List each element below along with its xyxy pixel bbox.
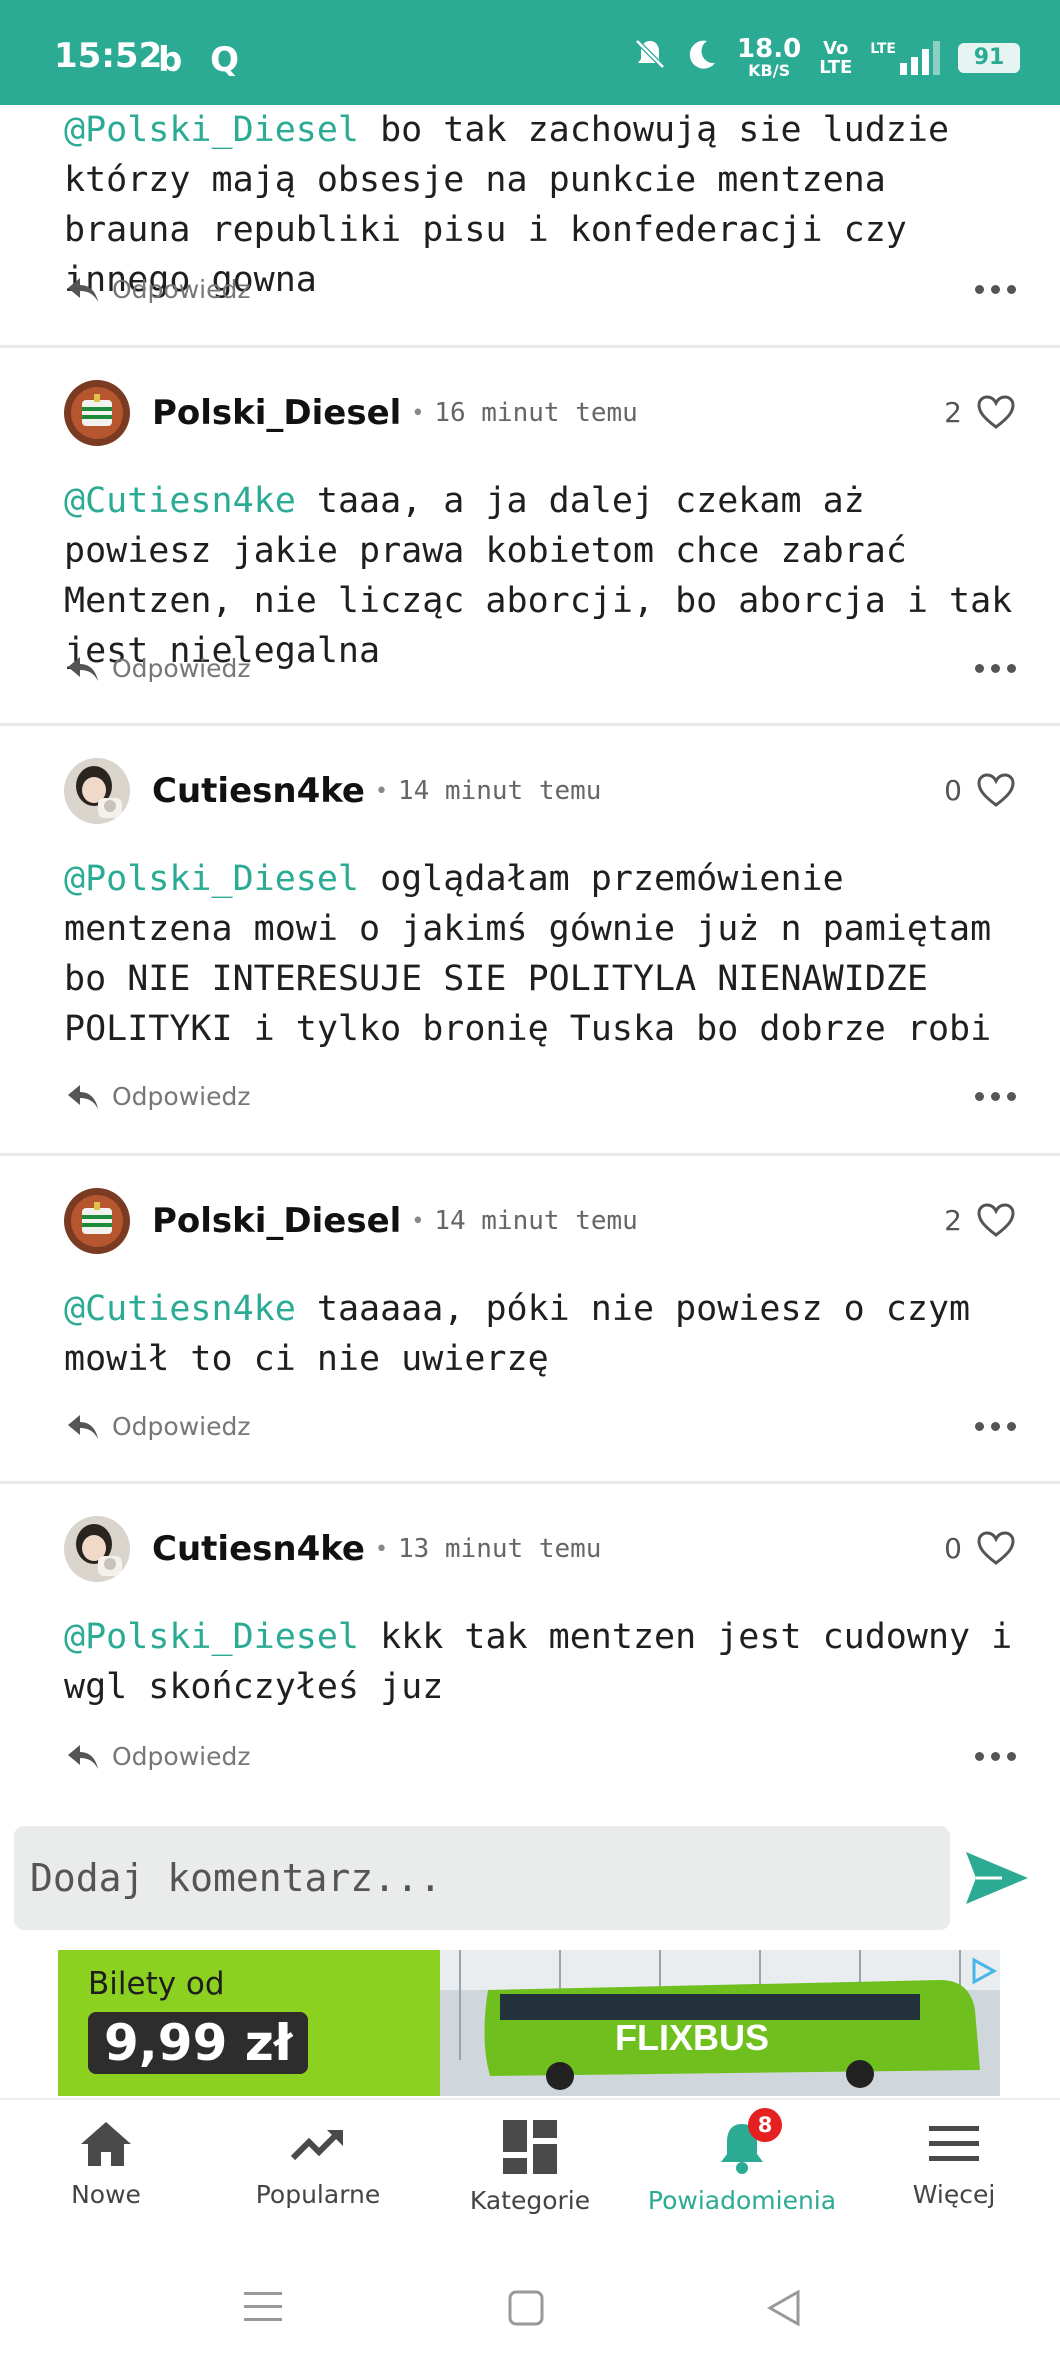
- status-time: 15:52: [54, 36, 163, 76]
- more-options-icon[interactable]: [975, 1092, 1016, 1101]
- notification-app-icons: b Q: [158, 40, 248, 80]
- comment-text: @Cutiesn4ke taaa, a ja dalej czekam aż p…: [64, 481, 1013, 671]
- signal-icon: LTE: [870, 40, 940, 75]
- like-button[interactable]: 0: [944, 772, 1016, 808]
- like-count: 0: [944, 773, 962, 807]
- comment: @Polski_Diesel bo tak zachowują sie ludz…: [0, 105, 1060, 348]
- system-navigation-bar: [0, 2250, 1060, 2367]
- comment: Cutiesn4ke • 14 minut temu 0 @Polski_Die…: [0, 726, 1060, 1156]
- reply-icon: [68, 277, 98, 302]
- categories-icon: [503, 2120, 557, 2174]
- reply-button[interactable]: Odpowiedz: [66, 275, 250, 304]
- ad-choices-icon[interactable]: [968, 1956, 998, 1986]
- more-options-icon[interactable]: [975, 1422, 1016, 1431]
- recent-apps-icon[interactable]: [244, 2290, 282, 2328]
- like-button[interactable]: 2: [944, 1202, 1016, 1238]
- comment-time: 16 minut temu: [434, 398, 638, 428]
- mention-link[interactable]: @Polski_Diesel: [64, 110, 359, 150]
- notification-badge: 8: [748, 2108, 782, 2142]
- nav-item-kategorie[interactable]: Kategorie: [424, 2100, 636, 2250]
- nav-item-popularne[interactable]: Popularne: [212, 2100, 424, 2250]
- comment-text: @Polski_Diesel oglądałam przemówienie me…: [64, 859, 992, 1049]
- reply-icon: [68, 656, 98, 681]
- menu-icon: [929, 2126, 979, 2161]
- ad-bus-image: FLIXBUS: [440, 1950, 1000, 2096]
- like-count: 2: [944, 395, 962, 429]
- trending-icon: [290, 2129, 343, 2161]
- avatar[interactable]: [64, 1516, 130, 1582]
- reply-icon: [68, 1084, 98, 1109]
- mute-icon: [633, 37, 667, 79]
- comment-text: @Polski_Diesel kkk tak mentzen jest cudo…: [64, 1617, 1013, 1707]
- send-icon[interactable]: [962, 1848, 1032, 1908]
- like-count: 0: [944, 1531, 962, 1565]
- ad-brand: FLIXBUS: [615, 2017, 769, 2058]
- reply-button[interactable]: Odpowiedz: [66, 1412, 250, 1441]
- comment: Cutiesn4ke • 13 minut temu 0 @Polski_Die…: [0, 1484, 1060, 1810]
- heart-icon: [977, 1203, 1015, 1237]
- comment-author[interactable]: Cutiesn4ke: [152, 771, 365, 811]
- comment-time: 14 minut temu: [434, 1206, 638, 1236]
- like-button[interactable]: 2: [944, 394, 1016, 430]
- reply-button[interactable]: Odpowiedz: [66, 654, 250, 683]
- separator-dot: •: [374, 1536, 388, 1562]
- bottom-navigation: Nowe Popularne Kategorie Powiadomienia 8…: [0, 2098, 1060, 2250]
- mention-link[interactable]: @Polski_Diesel: [64, 1617, 359, 1657]
- like-button[interactable]: 0: [944, 1530, 1016, 1566]
- comment: Polski_Diesel • 16 minut temu 2 @Cutiesn…: [0, 348, 1060, 726]
- comment-text: @Cutiesn4ke taaaaa, póki nie powiesz o c…: [64, 1289, 971, 1379]
- comment: Polski_Diesel • 14 minut temu 2 @Cutiesn…: [0, 1156, 1060, 1484]
- avatar[interactable]: [64, 758, 130, 824]
- status-bar: 15:52 b Q 18.0 KB/S Vo LTE LTE 91: [0, 0, 1060, 105]
- avatar[interactable]: [64, 1188, 130, 1254]
- more-options-icon[interactable]: [975, 664, 1016, 673]
- ad-offer: Bilety od 9,99 zł: [58, 1950, 436, 2096]
- mention-link[interactable]: @Cutiesn4ke: [64, 1289, 296, 1329]
- heart-icon: [977, 395, 1015, 429]
- reply-button[interactable]: Odpowiedz: [66, 1082, 250, 1111]
- comment-time: 14 minut temu: [397, 776, 602, 806]
- comment-author[interactable]: Polski_Diesel: [152, 1201, 401, 1241]
- comment-input[interactable]: Dodaj komentarz...: [14, 1826, 950, 1930]
- reply-icon: [68, 1744, 98, 1769]
- battery-indicator: 91: [958, 42, 1020, 73]
- comment-author[interactable]: Cutiesn4ke: [152, 1529, 365, 1569]
- back-icon[interactable]: [766, 2289, 802, 2330]
- more-options-icon[interactable]: [975, 285, 1016, 294]
- ad-text: Bilety od: [88, 1966, 225, 2002]
- separator-dot: •: [411, 1208, 425, 1234]
- comment-author[interactable]: Polski_Diesel: [152, 393, 401, 433]
- volte-indicator: Vo LTE: [819, 37, 853, 78]
- separator-dot: •: [374, 778, 388, 804]
- nav-item-powiadomienia[interactable]: Powiadomienia 8: [636, 2100, 848, 2250]
- home-icon: [81, 2122, 131, 2166]
- like-count: 2: [944, 1203, 962, 1237]
- home-button-icon[interactable]: [508, 2290, 544, 2330]
- ad-price: 9,99 zł: [88, 2012, 309, 2074]
- heart-icon: [977, 1531, 1015, 1565]
- network-speed: 18.0 KB/S: [737, 34, 802, 80]
- nav-item-wiecej[interactable]: Więcej: [848, 2100, 1060, 2250]
- heart-icon: [977, 773, 1015, 807]
- avatar[interactable]: [64, 380, 130, 446]
- separator-dot: •: [411, 400, 425, 426]
- ad-banner[interactable]: Bilety od 9,99 zł FLIXBUS: [58, 1950, 1000, 2096]
- comment-time: 13 minut temu: [397, 1534, 602, 1564]
- reply-icon: [68, 1414, 98, 1439]
- reply-button[interactable]: Odpowiedz: [66, 1742, 250, 1771]
- more-options-icon[interactable]: [975, 1752, 1016, 1761]
- mention-link[interactable]: @Polski_Diesel: [64, 859, 359, 899]
- nav-item-nowe[interactable]: Nowe: [0, 2100, 212, 2250]
- do-not-disturb-moon-icon: [685, 37, 719, 79]
- mention-link[interactable]: @Cutiesn4ke: [64, 481, 296, 521]
